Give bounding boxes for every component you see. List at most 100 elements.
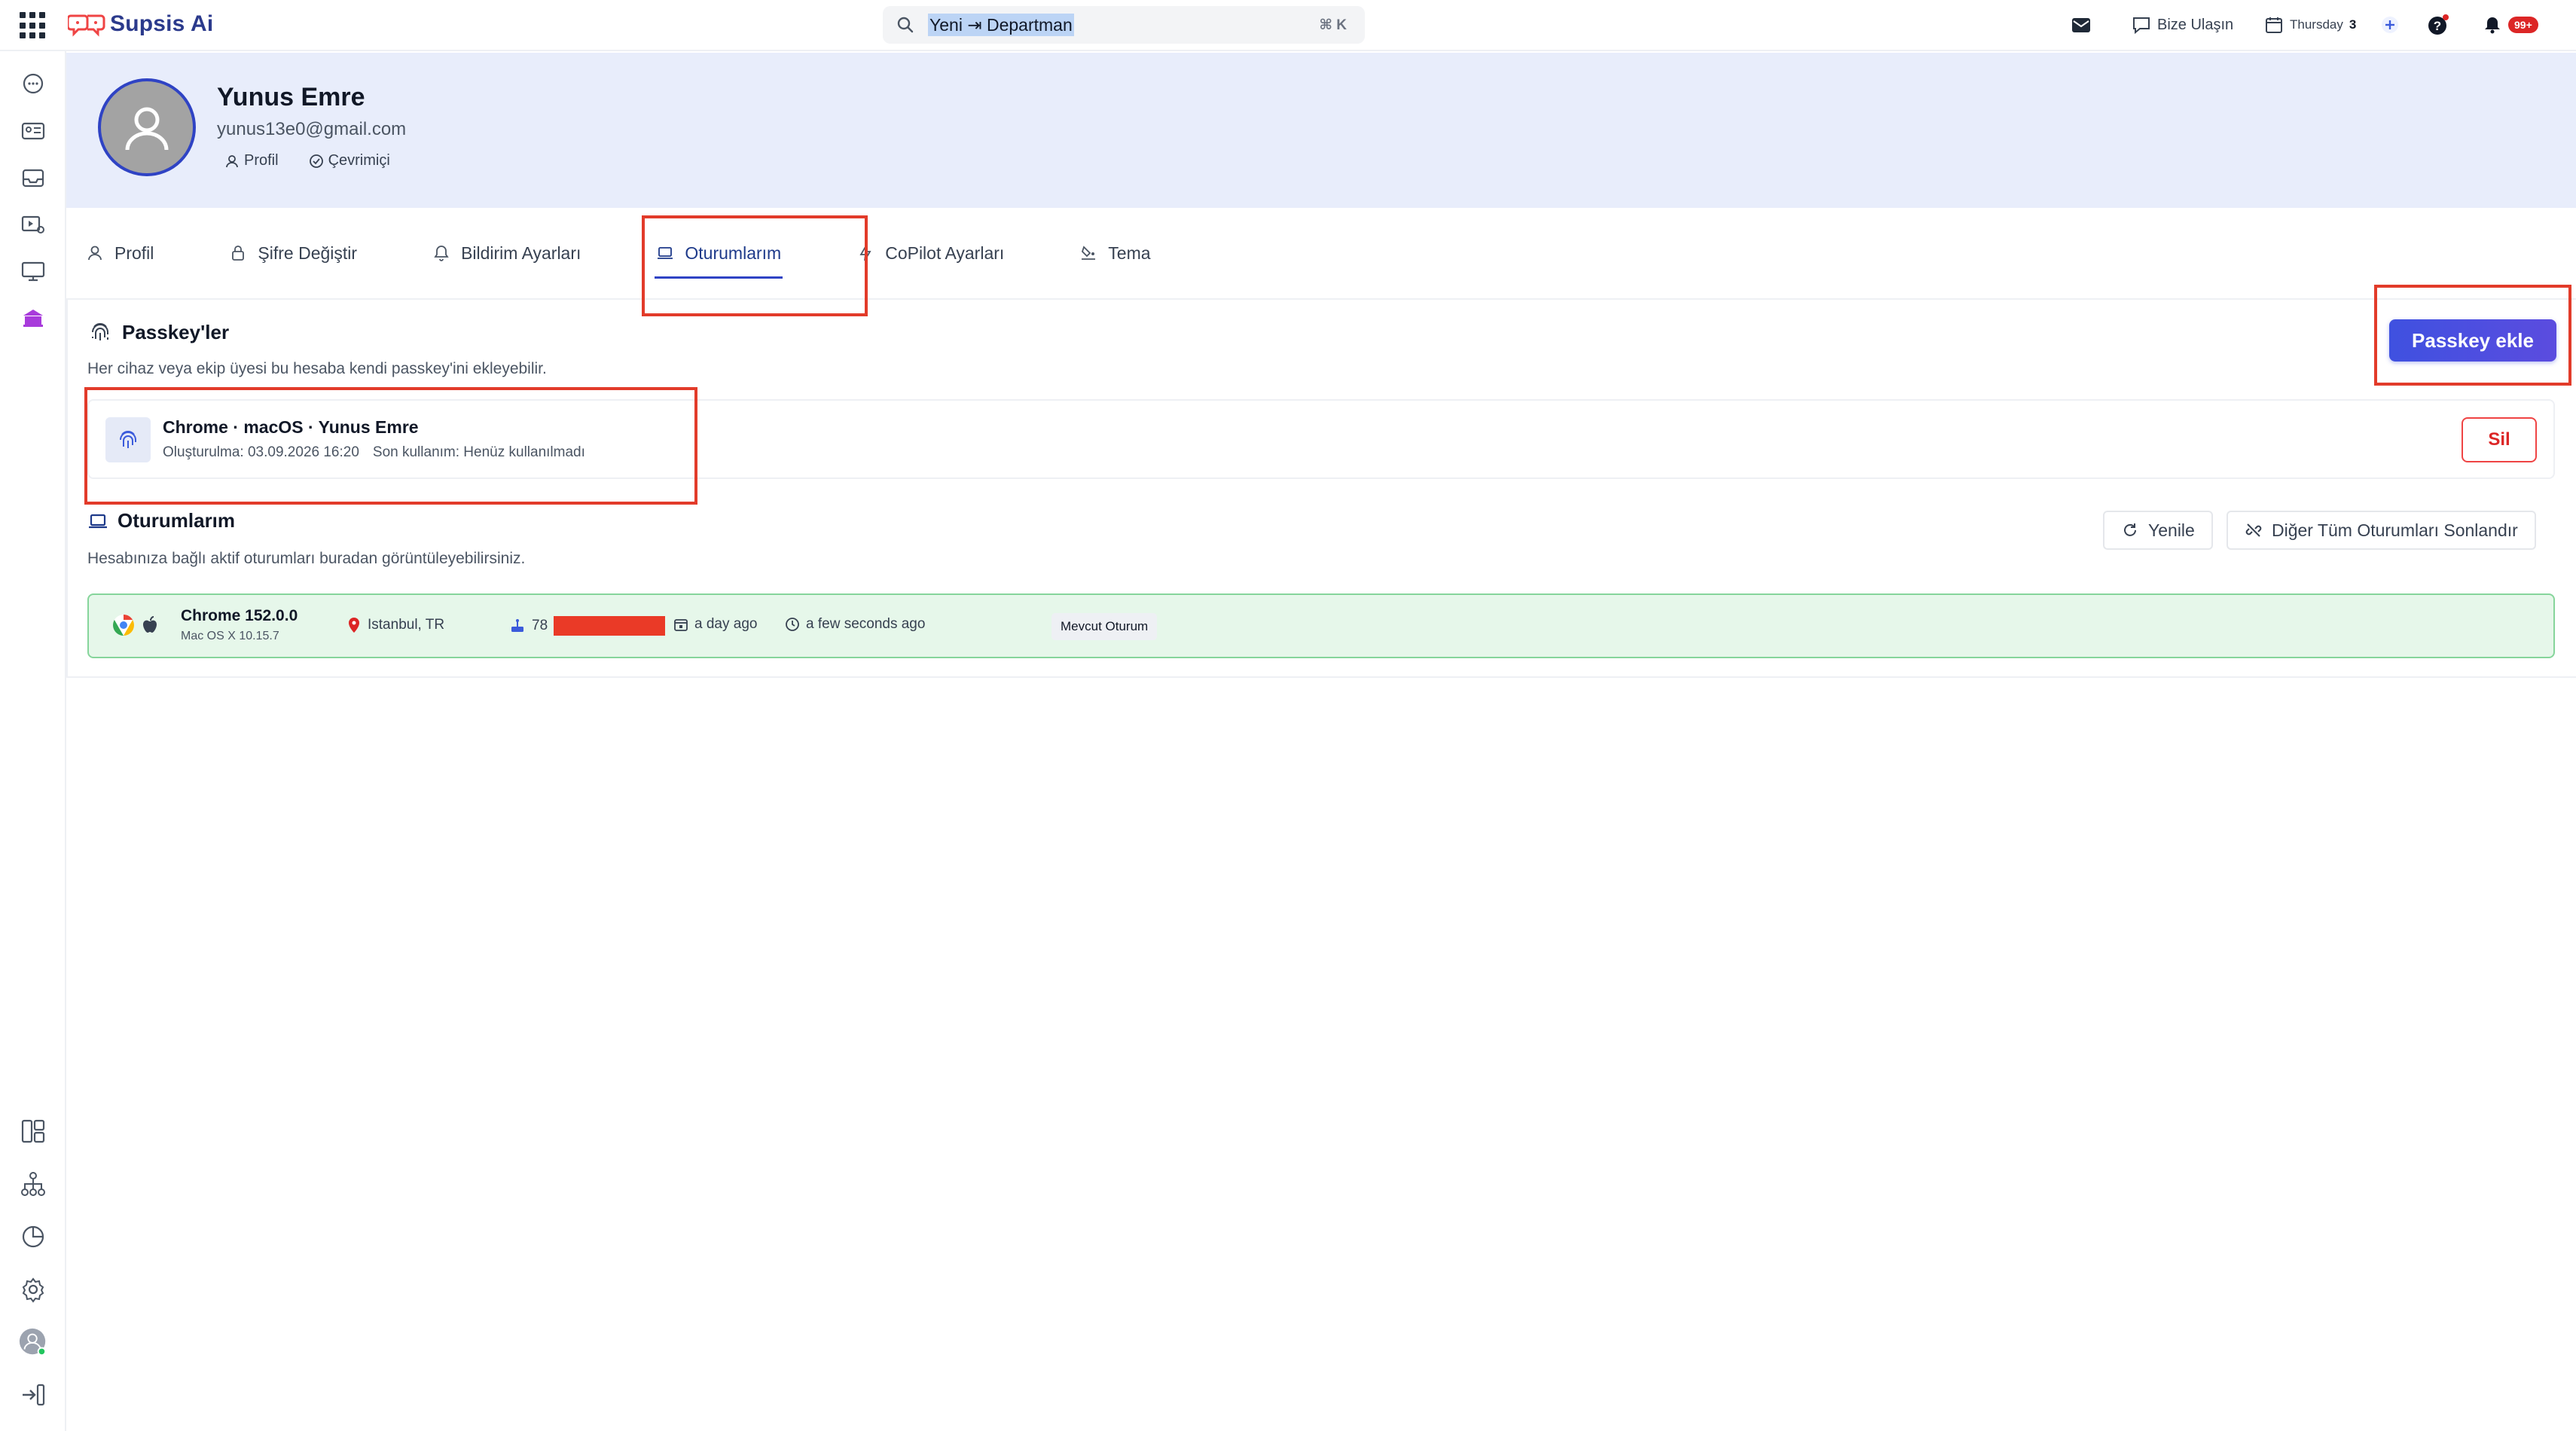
contact-label: Bize Ulaşın — [2157, 16, 2234, 33]
inbox-button[interactable] — [2070, 8, 2092, 42]
sessions-title: Oturumlarım — [87, 509, 235, 532]
add-passkey-button[interactable]: Passkey ekle — [2389, 319, 2556, 362]
fingerprint-icon — [92, 323, 108, 340]
clock-icon — [786, 618, 799, 631]
avatar — [19, 1328, 47, 1356]
sessions-title-text: Oturumlarım — [118, 509, 236, 532]
search-input[interactable]: Yeni ⇥ Departman — [928, 14, 1074, 36]
mail-icon — [2072, 18, 2090, 32]
nav-chat[interactable] — [18, 69, 48, 99]
session-last-active-text: a few seconds ago — [806, 616, 926, 632]
search-bar[interactable]: Yeni ⇥ Departman ⌘ K — [883, 6, 1365, 44]
monitor-icon — [21, 261, 45, 282]
logout-icon — [23, 1384, 45, 1406]
bell-icon — [2485, 17, 2500, 34]
session-created-text: a day ago — [694, 616, 758, 632]
passkey-item: Chrome · macOS · Yunus Emre Oluşturulma:… — [87, 399, 2555, 479]
contact-button[interactable]: Bize Ulaşın — [2132, 15, 2233, 35]
session-ip-prefix: 78 — [532, 618, 548, 633]
session-location: Istanbul, TR — [346, 616, 444, 634]
fingerprint-icon — [120, 431, 136, 448]
current-session-badge: Mevcut Oturum — [1051, 613, 1158, 640]
passkeys-description: Her cihaz veya ekip üyesi bu hesaba kend… — [87, 360, 547, 377]
passkey-last-used: Son kullanım: Henüz kullanılmadı — [372, 444, 585, 460]
nav-logout[interactable] — [18, 1380, 48, 1410]
hierarchy-icon — [21, 1172, 45, 1196]
passkeys-title-text: Passkey'ler — [122, 320, 230, 343]
nav-media[interactable] — [18, 209, 48, 240]
nav-home[interactable] — [18, 303, 48, 333]
user-icon — [125, 107, 169, 151]
session-ip: 78 — [509, 616, 666, 636]
session-location-text: Istanbul, TR — [368, 617, 445, 633]
top-bar: Supsis Ai Yeni ⇥ Departman ⌘ K Bize Ulaş… — [0, 0, 2576, 51]
notification-badge: 99+ — [2508, 17, 2538, 33]
chat-bubble-icon — [23, 73, 44, 94]
profile-header: Yunus Emre yunus13e0@gmail.com Profil Çe… — [66, 53, 2576, 208]
status-badge: Çevrimiçi — [309, 152, 390, 169]
lock-icon — [232, 246, 245, 261]
id-card-icon — [21, 122, 45, 140]
session-os: Mac OS X 10.15.7 — [181, 630, 279, 642]
app-name: Supsis Ai — [110, 11, 214, 36]
tab-label: Oturumlarım — [685, 243, 782, 263]
inbox-icon — [22, 169, 44, 188]
refresh-icon — [2124, 523, 2136, 536]
status-label: Çevrimiçi — [328, 152, 390, 169]
tab-theme[interactable]: Tema — [1063, 223, 1167, 283]
gear-icon — [22, 1277, 44, 1303]
session-last-active: a few seconds ago — [785, 616, 925, 633]
left-sidebar — [0, 51, 66, 1431]
profile-avatar[interactable] — [98, 78, 196, 176]
calendar-button[interactable]: Thursday 3 — [2264, 15, 2356, 35]
help-button[interactable]: ? — [2427, 8, 2449, 42]
profile-tag: Profil — [224, 152, 279, 169]
theme-icon — [1082, 246, 1096, 260]
refresh-label: Yenile — [2148, 520, 2195, 540]
nav-reports[interactable] — [18, 1222, 48, 1252]
nav-org-chart[interactable] — [18, 1169, 48, 1199]
tab-notification-settings[interactable]: Bildirim Ayarları — [416, 223, 597, 283]
logo-icon — [68, 14, 105, 37]
tab-profile[interactable]: Profil — [69, 223, 170, 283]
delete-passkey-button[interactable]: Sil — [2462, 417, 2537, 462]
search-icon — [897, 17, 914, 33]
calendar-icon — [674, 619, 688, 631]
app-logo[interactable]: Supsis Ai — [68, 8, 213, 41]
tab-label: Bildirim Ayarları — [461, 243, 581, 263]
notifications-button[interactable]: 99+ — [2483, 15, 2538, 35]
end-all-sessions-button[interactable]: Diğer Tüm Oturumları Sonlandır — [2227, 511, 2536, 550]
day-number: 3 — [2349, 17, 2357, 32]
bell-icon — [434, 246, 449, 261]
institution-icon — [23, 310, 43, 327]
chrome-icon — [113, 615, 134, 636]
check-circle-icon — [309, 154, 323, 168]
nav-contacts[interactable] — [18, 116, 48, 146]
network-icon — [511, 619, 523, 632]
nav-user-avatar[interactable] — [18, 1327, 48, 1357]
unlink-icon — [2245, 523, 2262, 537]
passkeys-title: Passkey'ler — [87, 319, 229, 345]
settings-tabs: Profil Şifre Değiştir Bildirim Ayarları … — [66, 223, 1167, 283]
tab-sessions[interactable]: Oturumlarım — [639, 223, 798, 283]
refresh-button[interactable]: Yenile — [2103, 511, 2213, 550]
add-button[interactable] — [2380, 8, 2400, 42]
nav-settings[interactable] — [18, 1274, 48, 1304]
passkey-item-icon — [105, 417, 151, 462]
search-shortcut: ⌘ K — [1319, 17, 1347, 33]
svg-text:?: ? — [2434, 19, 2441, 33]
tab-label: Tema — [1108, 243, 1151, 263]
pie-chart-icon — [22, 1225, 44, 1248]
profile-name: Yunus Emre — [217, 83, 365, 111]
nav-inbox[interactable] — [18, 163, 48, 193]
tab-change-password[interactable]: Şifre Değiştir — [212, 223, 374, 283]
bolt-icon — [859, 245, 871, 261]
nav-layout[interactable] — [18, 1116, 48, 1146]
nav-screen[interactable] — [18, 256, 48, 286]
chat-icon — [2133, 17, 2150, 35]
laptop-icon — [658, 247, 673, 259]
redacted-ip — [554, 616, 666, 636]
tab-copilot-settings[interactable]: CoPilot Ayarları — [840, 223, 1021, 283]
session-browser: Chrome 152.0.0 — [181, 607, 298, 624]
apps-grid-icon[interactable] — [20, 12, 47, 39]
